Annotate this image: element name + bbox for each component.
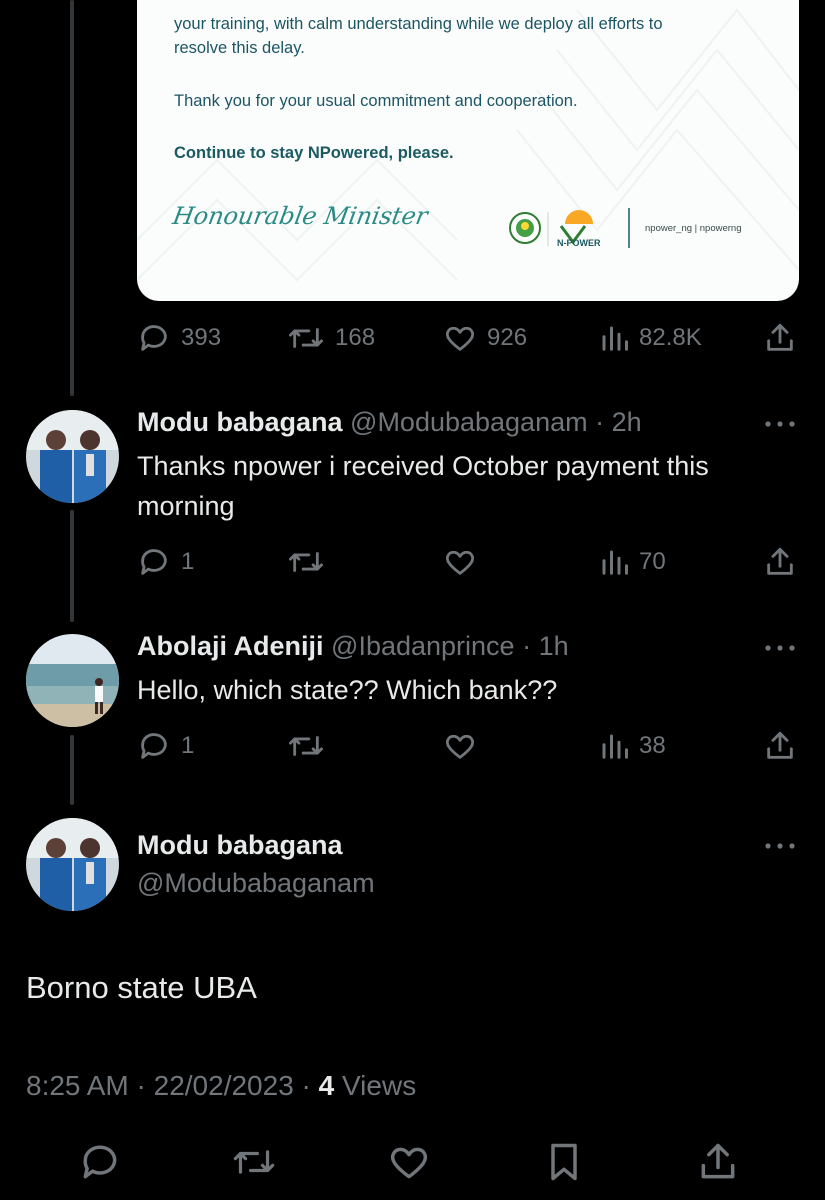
separator-dot: ·	[293, 1070, 319, 1101]
tweet-date[interactable]: 22/02/2023	[154, 1070, 294, 1101]
display-name[interactable]: Abolaji Adeniji	[137, 631, 324, 661]
reply-actions: 1 38	[137, 726, 797, 766]
avatar[interactable]	[26, 634, 119, 727]
avatar-photo	[26, 818, 119, 911]
repost-count: 168	[335, 324, 376, 351]
letter-line: resolve this delay.	[174, 39, 305, 57]
views-button[interactable]: 38	[599, 726, 666, 766]
like-count: 926	[487, 324, 528, 351]
display-name[interactable]: Modu babagana	[137, 407, 343, 437]
reply-button[interactable]: 1	[137, 726, 194, 766]
avatar-photo	[26, 634, 119, 727]
letter-closing: Continue to stay NPowered, please.	[174, 144, 454, 162]
views-button[interactable]: 70	[599, 542, 666, 582]
like-icon[interactable]	[387, 1140, 431, 1184]
like-icon	[445, 734, 475, 759]
letter-line: Thank you for your usual commitment and …	[174, 92, 578, 110]
share-icon	[767, 731, 793, 759]
reply-button[interactable]: 393	[137, 318, 221, 358]
letter-signature: Honourable Minister	[170, 202, 430, 230]
more-icon[interactable]	[762, 642, 798, 654]
user-handle[interactable]: @Ibadanprince	[331, 631, 515, 661]
user-handle[interactable]: @Modubabaganam	[137, 868, 375, 899]
tweet-action-bar	[0, 1135, 825, 1185]
reply-actions: 1 70	[137, 542, 797, 582]
tweet-text: Borno state UBA	[26, 970, 257, 1005]
avatar-photo	[26, 410, 119, 503]
share-button[interactable]	[763, 726, 797, 766]
share-icon	[767, 323, 793, 351]
share-button[interactable]	[763, 318, 797, 358]
thread-line	[70, 510, 74, 622]
like-icon	[445, 326, 475, 351]
repost-button[interactable]	[287, 726, 325, 766]
views-count: 4	[318, 1070, 335, 1101]
timestamp[interactable]: 1h	[539, 631, 569, 661]
more-icon[interactable]	[762, 418, 798, 430]
views-count: 38	[639, 732, 666, 759]
thread-line	[70, 0, 74, 396]
thread-line	[70, 735, 74, 805]
separator-dot: ·	[128, 1070, 154, 1101]
views-icon	[602, 550, 628, 575]
reply-icon	[141, 549, 167, 575]
views-count: 70	[639, 548, 666, 575]
separator-dot: ·	[514, 631, 539, 661]
repost-button[interactable]	[287, 542, 325, 582]
like-button[interactable]	[443, 542, 477, 582]
logo-text: N-POWER	[557, 238, 601, 248]
reply-count: 1	[181, 548, 195, 575]
tweet-time[interactable]: 8:25 AM	[26, 1070, 129, 1101]
share-button[interactable]	[763, 542, 797, 582]
like-icon	[445, 550, 475, 575]
reply-icon	[141, 733, 167, 759]
reply-icon[interactable]	[78, 1140, 122, 1184]
views-icon	[602, 326, 628, 351]
like-button[interactable]	[443, 726, 477, 766]
avatar[interactable]	[26, 410, 119, 503]
views-count: 82.8K	[639, 324, 702, 351]
letter-line: your training, with calm understanding w…	[174, 15, 663, 33]
views-icon	[602, 734, 628, 759]
share-icon[interactable]	[696, 1140, 740, 1184]
tweet-actions: 393 168 926 82.8K	[137, 318, 797, 358]
letter-social-handles: npower_ng | npowerng	[645, 223, 742, 234]
reply-header: Modu babagana @Modubabaganam · 2h	[137, 407, 642, 438]
repost-icon	[288, 552, 323, 572]
reply-count: 393	[181, 324, 222, 351]
timestamp[interactable]: 2h	[612, 407, 642, 437]
views-button[interactable]: 82.8K	[599, 318, 702, 358]
repost-icon	[288, 736, 323, 756]
tweet-meta: 8:25 AM · 22/02/2023 · 4 Views	[26, 1070, 416, 1102]
repost-icon[interactable]	[232, 1140, 276, 1184]
share-icon	[767, 547, 793, 575]
repost-button[interactable]: 168	[287, 318, 375, 358]
reply-text: Thanks npower i received October payment…	[137, 451, 709, 521]
like-button[interactable]: 926	[443, 318, 527, 358]
bookmark-icon[interactable]	[542, 1140, 586, 1184]
more-icon[interactable]	[762, 840, 798, 852]
reply-header: Abolaji Adeniji @Ibadanprince · 1h	[137, 631, 569, 662]
separator-dot: ·	[587, 407, 612, 437]
avatar[interactable]	[26, 818, 119, 911]
user-handle[interactable]: @Modubabaganam	[350, 407, 588, 437]
reply-icon	[141, 325, 167, 351]
reply-button[interactable]: 1	[137, 542, 194, 582]
repost-icon	[288, 328, 323, 348]
display-name[interactable]: Modu babagana	[137, 830, 343, 861]
reply-count: 1	[181, 732, 195, 759]
tweet-image[interactable]: your training, with calm understanding w…	[137, 0, 799, 301]
reply-text: Hello, which state?? Which bank??	[137, 675, 558, 705]
views-label: Views	[342, 1070, 417, 1101]
